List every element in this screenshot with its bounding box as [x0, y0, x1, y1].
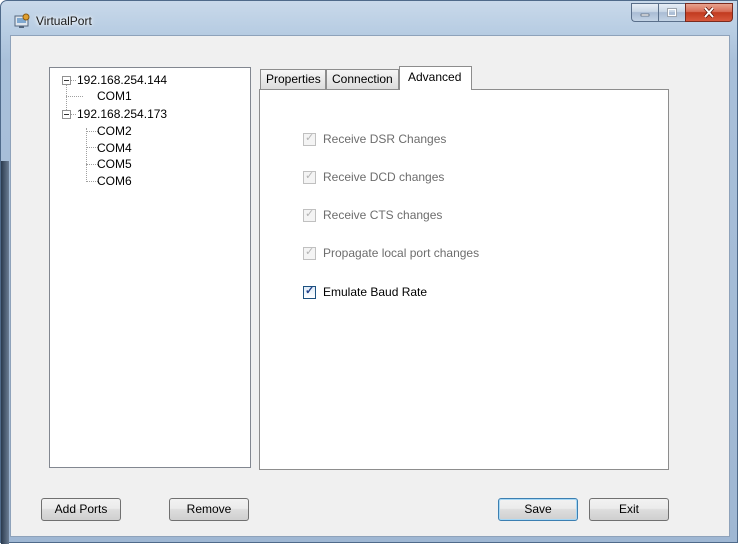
- close-icon: [703, 7, 715, 18]
- tree-line: [66, 96, 83, 97]
- tree-node-label: COM4: [97, 141, 132, 155]
- checkbox-box: ✓: [303, 208, 316, 222]
- advanced-tab-page: ✓ Receive DSR Changes ✓ Receive DCD chan…: [259, 89, 669, 470]
- tree-line: [86, 128, 87, 182]
- checkbox-box: ✓: [303, 246, 316, 260]
- checkbox-box: ✓: [303, 285, 316, 299]
- ports-tree[interactable]: 192.168.254.144 COM1 192.168.254.173 COM…: [49, 67, 251, 468]
- client-area: 192.168.254.144 COM1 192.168.254.173 COM…: [10, 35, 730, 537]
- collapse-toggle-icon[interactable]: [62, 76, 71, 85]
- check-icon: ✓: [305, 246, 315, 258]
- checkbox-box: ✓: [303, 170, 316, 184]
- tree-node-label: 192.168.254.173: [77, 107, 168, 121]
- tree-node-port[interactable]: COM5: [97, 156, 132, 172]
- checkbox-label: Receive CTS changes: [323, 208, 443, 222]
- tree-node-port[interactable]: COM2: [97, 123, 132, 139]
- close-button[interactable]: [685, 3, 733, 22]
- tab-label: Properties: [266, 72, 321, 86]
- check-icon: ✓: [305, 208, 315, 220]
- checkbox-label: Receive DCD changes: [323, 170, 445, 184]
- maximize-button[interactable]: [658, 3, 685, 22]
- tree-node-label: 192.168.254.144: [77, 73, 168, 87]
- checkbox-label: Emulate Baud Rate: [323, 285, 428, 299]
- tab-advanced[interactable]: Advanced: [399, 66, 472, 90]
- tree-node-host[interactable]: 192.168.254.144: [77, 72, 167, 88]
- save-button[interactable]: Save: [498, 498, 578, 521]
- title-bar[interactable]: VirtualPort: [1, 1, 738, 35]
- tab-label: Advanced: [408, 70, 462, 84]
- check-icon: ✓: [305, 170, 315, 182]
- tab-connection[interactable]: Connection: [326, 69, 399, 89]
- tree-node-label: COM5: [97, 157, 132, 171]
- maximize-icon: [667, 8, 677, 17]
- minimize-button[interactable]: [631, 3, 658, 22]
- window-title: VirtualPort: [36, 14, 92, 28]
- tree-node-port[interactable]: COM1: [97, 88, 132, 104]
- minimize-icon: [640, 13, 650, 16]
- add-ports-button[interactable]: Add Ports: [41, 498, 121, 521]
- tree-node-port[interactable]: COM4: [97, 140, 132, 156]
- tree-node-label: COM1: [97, 89, 132, 103]
- remove-button[interactable]: Remove: [169, 498, 249, 521]
- caption-buttons: [631, 3, 738, 23]
- tree-node-label: COM2: [97, 124, 132, 138]
- app-icon: [14, 13, 30, 28]
- tree-node-label: COM6: [97, 174, 132, 188]
- app-window: VirtualPort 192.168.254.144 COM1 192.168…: [0, 0, 738, 544]
- check-icon: ✓: [305, 285, 315, 297]
- window-shadow: [1, 161, 9, 544]
- checkbox-box: ✓: [303, 132, 316, 146]
- collapse-toggle-icon[interactable]: [62, 110, 71, 119]
- tab-label: Connection: [332, 72, 393, 86]
- check-icon: ✓: [305, 132, 315, 144]
- checkbox-label: Receive DSR Changes: [323, 132, 447, 146]
- checkbox-label: Propagate local port changes: [323, 246, 480, 260]
- tree-node-port[interactable]: COM6: [97, 173, 132, 189]
- exit-button[interactable]: Exit: [589, 498, 669, 521]
- tab-properties[interactable]: Properties: [260, 69, 326, 89]
- tree-node-host[interactable]: 192.168.254.173: [77, 106, 167, 122]
